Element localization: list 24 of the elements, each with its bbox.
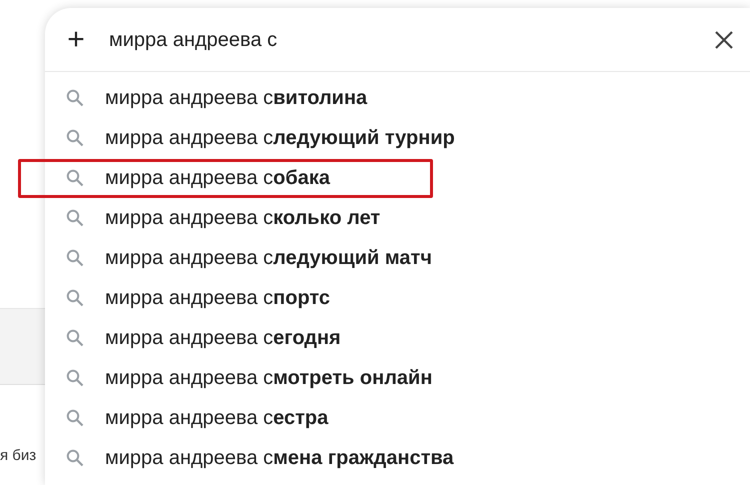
close-icon[interactable] — [715, 30, 733, 48]
suggestion-item[interactable]: мирра андреева следующий матч — [105, 243, 432, 273]
search-icon — [66, 209, 84, 227]
search-icon — [66, 409, 84, 427]
suggestion-item[interactable]: мирра андреева смена гражданства — [105, 443, 454, 473]
suggestion-item[interactable]: мирра андреева собака — [105, 163, 330, 193]
suggestion-item[interactable]: мирра андреева свитолина — [105, 83, 368, 113]
search-icon — [66, 129, 84, 147]
search-icon — [66, 449, 84, 467]
suggestion-item[interactable]: мирра андреева смотреть онлайн — [105, 363, 432, 393]
background-text: я биз — [0, 447, 38, 465]
search-field[interactable]: мирра андреева с — [109, 24, 669, 54]
suggestion-item[interactable]: мирра андреева следующий турнир — [105, 123, 455, 153]
suggestion-item[interactable]: мирра андреева сегодня — [105, 323, 341, 353]
add-button[interactable]: + — [64, 24, 88, 54]
suggestion-item[interactable]: мирра андреева сестра — [105, 403, 328, 433]
suggestion-item[interactable]: мирра андреева спортс — [105, 283, 330, 313]
search-icon — [66, 369, 84, 387]
search-icon — [66, 289, 84, 307]
suggestion-item[interactable]: мирра андреева сколько лет — [105, 203, 380, 233]
search-icon — [66, 329, 84, 347]
search-icon — [66, 89, 84, 107]
search-icon — [66, 249, 84, 267]
search-icon — [66, 169, 84, 187]
